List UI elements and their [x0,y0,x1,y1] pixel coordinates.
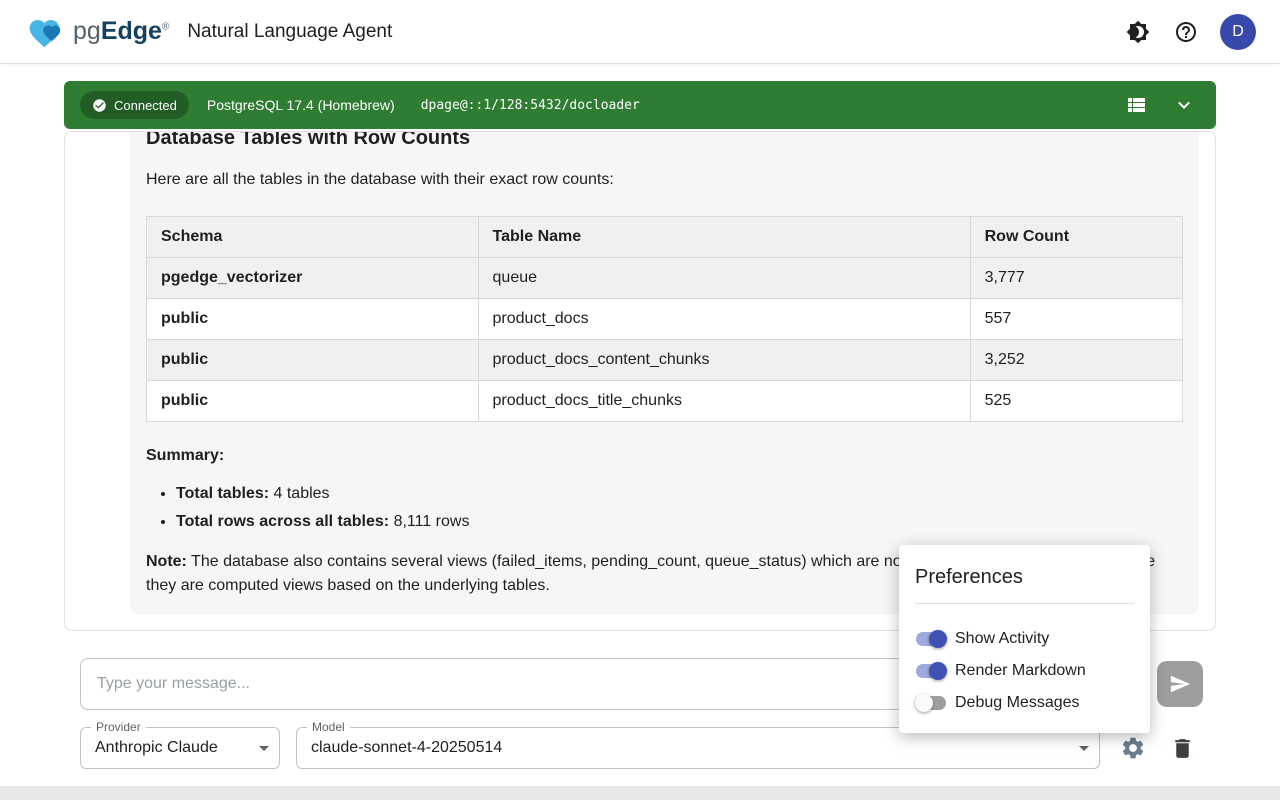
check-circle-icon [92,98,107,113]
column-header-table-name: Table Name [478,217,970,258]
table-row: pgedge_vectorizer queue 3,777 [147,258,1183,299]
summary-item: Total rows across all tables: 8,111 rows [176,508,1183,536]
summary-list: Total tables: 4 tables Total rows across… [146,480,1183,536]
toggle-show-activity[interactable]: Show Activity [915,623,1134,655]
table-row: public product_docs 557 [147,299,1183,340]
preferences-toggle-list: Show Activity Render Markdown Debug Mess… [915,623,1134,719]
model-select-label: Model [307,720,350,735]
cell-row-count: 3,777 [970,258,1182,299]
cell-schema: public [147,381,479,422]
column-header-row-count: Row Count [970,217,1182,258]
help-icon [1174,20,1198,44]
cell-row-count: 3,252 [970,340,1182,381]
pgedge-logo: pgEdge® [24,14,169,50]
page-bottom-strip [0,786,1280,800]
debug-messages-switch[interactable] [915,693,947,713]
assistant-message-bubble: Database Tables with Row Counts Here are… [130,131,1199,614]
toggle-debug-messages[interactable]: Debug Messages [915,687,1134,719]
cell-table-name: product_docs [478,299,970,340]
row-counts-table: Schema Table Name Row Count pgedge_vecto… [146,216,1183,422]
theme-toggle-button[interactable] [1118,12,1158,52]
trash-icon [1170,736,1195,761]
send-button[interactable] [1157,661,1203,707]
gear-icon [1120,735,1146,761]
render-markdown-switch[interactable] [915,661,947,681]
message-intro: Here are all the tables in the database … [146,168,1183,192]
clear-chat-button[interactable] [1168,734,1196,762]
provider-select-value: Anthropic Claude [95,739,218,757]
cell-row-count: 525 [970,381,1182,422]
connection-status-label: Connected [114,98,177,113]
chevron-down-icon [1172,93,1196,117]
chevron-down-icon [1079,746,1089,751]
connection-collapse-button[interactable] [1168,89,1200,121]
help-button[interactable] [1166,12,1206,52]
connection-list-button[interactable] [1120,89,1152,121]
preferences-title: Preferences [915,563,1134,591]
cell-table-name: product_docs_content_chunks [478,340,970,381]
provider-select-label: Provider [91,720,146,735]
connection-bar: Connected PostgreSQL 17.4 (Homebrew) dpa… [64,81,1216,129]
send-icon [1169,673,1191,695]
settings-button[interactable] [1119,734,1147,762]
cell-schema: public [147,299,479,340]
cell-schema: public [147,340,479,381]
toggle-label: Render Markdown [955,662,1086,680]
brand-wordmark: pgEdge® [73,19,169,44]
toggle-label: Show Activity [955,630,1049,648]
cell-schema: pgedge_vectorizer [147,258,479,299]
summary-label: Summary: [146,444,1183,468]
page-title: Natural Language Agent [187,21,392,43]
pgedge-logo-icon [24,14,68,50]
toggle-render-markdown[interactable]: Render Markdown [915,655,1134,687]
user-avatar[interactable]: D [1220,14,1256,50]
message-heading: Database Tables with Row Counts [146,131,1183,152]
cell-table-name: product_docs_title_chunks [478,381,970,422]
model-select[interactable]: Model claude-sonnet-4-20250514 [296,727,1100,769]
connection-status-badge: Connected [80,91,189,119]
cell-row-count: 557 [970,299,1182,340]
connection-string: dpage@::1/128:5432/docloader [421,98,640,113]
preferences-popup: Preferences Show Activity Render Markdow… [899,545,1150,733]
summary-item: Total tables: 4 tables [176,480,1183,508]
cell-table-name: queue [478,258,970,299]
show-activity-switch[interactable] [915,629,947,649]
preferences-divider [915,603,1134,604]
header-actions: D [1118,12,1256,52]
model-select-value: claude-sonnet-4-20250514 [311,739,502,757]
list-icon [1124,93,1148,117]
brightness-icon [1126,20,1150,44]
connection-bar-actions [1120,89,1200,121]
toggle-label: Debug Messages [955,694,1080,712]
provider-select[interactable]: Provider Anthropic Claude [80,727,280,769]
server-version-label: PostgreSQL 17.4 (Homebrew) [207,97,395,113]
column-header-schema: Schema [147,217,479,258]
table-header-row: Schema Table Name Row Count [147,217,1183,258]
table-row: public product_docs_content_chunks 3,252 [147,340,1183,381]
chevron-down-icon [259,746,269,751]
table-row: public product_docs_title_chunks 525 [147,381,1183,422]
app-header: pgEdge® Natural Language Agent D [0,0,1280,64]
